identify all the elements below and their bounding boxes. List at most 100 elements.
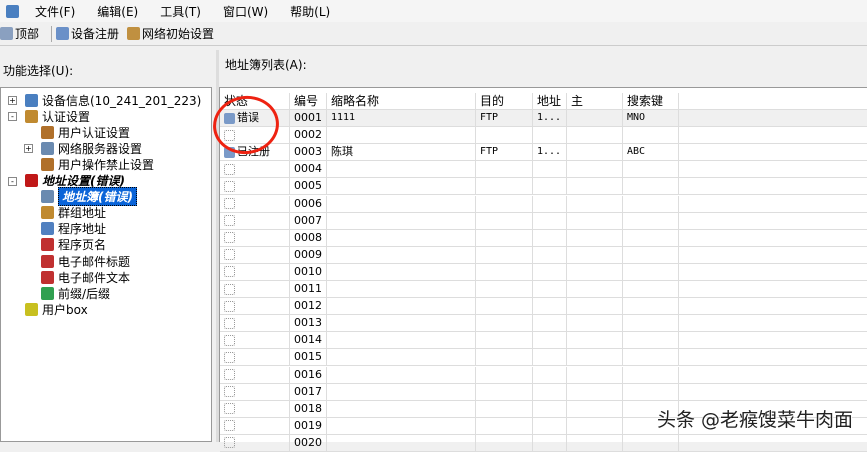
status-icon <box>224 283 235 295</box>
table-cell <box>623 332 679 350</box>
column-header[interactable]: 目的 <box>476 93 533 110</box>
column-header[interactable] <box>679 93 867 110</box>
table-cell <box>623 298 679 316</box>
table-cell <box>679 110 867 127</box>
column-header[interactable]: 地址 <box>533 93 567 110</box>
table-row[interactable]: 0010 <box>220 263 867 281</box>
table-cell <box>533 349 567 367</box>
column-header[interactable]: 搜索键 <box>623 93 679 110</box>
tree-item-label: 设备信息(10_241_201_223) <box>42 93 202 108</box>
table-cell: 0009 <box>290 246 327 264</box>
column-header[interactable]: 主 <box>567 93 623 110</box>
table-row[interactable]: 0006 <box>220 195 867 213</box>
status-icon <box>224 266 235 278</box>
table-row[interactable]: 0016 <box>220 366 867 384</box>
collapse-icon[interactable]: - <box>8 176 17 186</box>
table-cell <box>623 178 679 196</box>
tree-item[interactable]: 用户认证设置 <box>41 124 130 140</box>
table-cell <box>476 229 533 247</box>
table-cell <box>327 212 476 230</box>
table-row[interactable]: 0005 <box>220 178 867 196</box>
table-cell <box>567 144 623 162</box>
menu-item[interactable]: 文件(F) <box>35 3 75 20</box>
table-cell <box>533 229 567 247</box>
table-row[interactable]: 已注册 0003 陈琪 FTP 1... ABC <box>220 144 867 162</box>
program-icon <box>41 222 54 236</box>
table-row[interactable]: 0011 <box>220 281 867 298</box>
table-cell <box>679 332 867 350</box>
menu-bar: 文件(F) 编辑(E) 工具(T) 窗口(W) 帮助(L) <box>0 0 867 22</box>
expand-icon[interactable]: + <box>24 144 33 154</box>
tree-item[interactable]: 认证设置 <box>25 108 90 124</box>
column-header[interactable]: 缩略名称 <box>327 93 476 110</box>
network-init-button[interactable]: 网络初始设置 <box>127 25 214 42</box>
tree-item[interactable]: 用户操作禁止设置 <box>41 156 154 172</box>
tree-item[interactable]: 网络服务器设置 <box>41 140 142 156</box>
table-row[interactable]: 0008 <box>220 229 867 247</box>
table-cell <box>533 366 567 384</box>
tree-item[interactable]: 程序地址 <box>41 221 106 237</box>
table-row[interactable]: 错误 0001 1111 FTP 1... MNO <box>220 110 867 127</box>
table-row[interactable]: 0015 <box>220 349 867 367</box>
table-cell <box>567 212 623 230</box>
menu-item[interactable]: 编辑(E) <box>97 3 138 20</box>
status-icon <box>224 369 235 380</box>
table-row[interactable]: 0014 <box>220 332 867 350</box>
table-cell <box>476 349 533 367</box>
status-icon <box>224 437 235 449</box>
table-cell: 0017 <box>290 383 327 401</box>
email-text-icon <box>41 270 54 284</box>
table-cell <box>679 435 867 452</box>
table-cell <box>567 400 623 418</box>
table-cell <box>679 127 867 145</box>
tree-item[interactable]: 电子邮件标题 <box>41 253 130 269</box>
menu-item[interactable]: 窗口(W) <box>223 3 268 20</box>
table-cell <box>533 400 567 418</box>
tree-item[interactable]: 程序页名 <box>41 237 106 253</box>
tree-item[interactable]: 地址簿(错误) <box>41 187 137 207</box>
table-cell <box>533 263 567 281</box>
info-icon <box>25 93 38 107</box>
collapse-icon[interactable]: - <box>8 112 17 122</box>
cell-text: 0012 <box>294 299 322 313</box>
function-tree: + 设备信息(10_241_201_223) - 认证设置 用户认证设置 + 网络服务器设置… <box>0 87 212 442</box>
tree-item[interactable]: 电子邮件文本 <box>41 269 130 285</box>
table-row[interactable]: 0012 <box>220 298 867 316</box>
tree-item[interactable]: 设备信息(10_241_201_223) <box>25 92 201 108</box>
table-row[interactable]: 0004 <box>220 161 867 179</box>
cell-text: 0018 <box>294 401 322 415</box>
table-cell <box>533 281 567 298</box>
tree-item-label: 程序地址 <box>58 222 107 237</box>
table-row[interactable]: 0009 <box>220 246 867 264</box>
table-row[interactable]: 0020 <box>220 434 867 452</box>
table-cell: 1... <box>533 110 567 127</box>
table-row[interactable]: 0007 <box>220 212 867 230</box>
device-register-button[interactable]: 设备注册 <box>56 25 119 42</box>
menu-item[interactable]: 帮助(L) <box>290 3 330 20</box>
expand-icon[interactable]: + <box>8 96 17 105</box>
table-cell: 0005 <box>290 178 327 196</box>
top-button[interactable]: 顶部 <box>0 25 39 42</box>
tree-item-label: 用户box <box>42 302 88 317</box>
tree-item[interactable]: 用户box <box>25 301 88 317</box>
tree-item[interactable]: 前缀/后缀 <box>41 285 110 301</box>
table-row[interactable]: 0017 <box>220 383 867 401</box>
table-cell <box>567 229 623 247</box>
table-row[interactable]: 0002 <box>220 127 867 145</box>
cell-text: 0005 <box>294 179 322 193</box>
table-cell <box>476 400 533 418</box>
menu-item[interactable]: 工具(T) <box>160 3 201 20</box>
toolbar: 顶部 设备注册 网络初始设置 <box>0 22 867 46</box>
column-header[interactable]: 编号 <box>290 93 327 110</box>
table-cell <box>220 229 290 247</box>
function-select-label: 功能选择(U): <box>3 64 74 78</box>
watermark: 头条 @老瘊馊菜牛肉面 <box>656 409 853 431</box>
table-cell <box>220 263 290 281</box>
table-cell <box>327 298 476 316</box>
cell-text: 1... <box>537 146 562 158</box>
table-cell <box>533 212 567 230</box>
tree-item[interactable]: 群组地址 <box>41 205 106 221</box>
table-row[interactable]: 0013 <box>220 315 867 333</box>
tree-item[interactable]: 地址设置(错误) <box>25 173 125 189</box>
table-cell: ABC <box>623 144 679 162</box>
